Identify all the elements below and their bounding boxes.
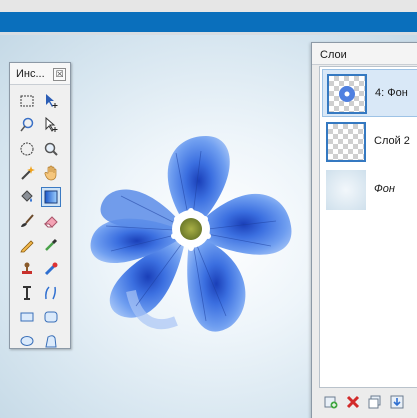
pencil-icon xyxy=(20,240,34,253)
flower-thumb-icon xyxy=(339,86,355,102)
ellipse-tool[interactable] xyxy=(17,331,37,351)
eraser-icon xyxy=(43,216,58,228)
layer-name: 4: Фон xyxy=(375,87,408,99)
arrow-move-icon xyxy=(46,94,58,108)
pan-tool[interactable] xyxy=(41,163,61,183)
window-title-bar xyxy=(0,0,417,12)
magnifier-icon xyxy=(44,142,58,156)
magic-wand-tool[interactable] xyxy=(17,163,37,183)
brush-icon xyxy=(21,214,34,227)
add-layer-icon xyxy=(324,396,338,409)
color-picker-tool[interactable] xyxy=(41,235,61,255)
layer-thumbnail xyxy=(326,122,366,162)
add-layer-button[interactable] xyxy=(323,394,339,410)
eraser-tool[interactable] xyxy=(41,211,61,231)
layer-thumbnail xyxy=(327,74,367,114)
ellipse-icon xyxy=(20,336,34,346)
line-tool[interactable] xyxy=(41,283,61,303)
rectangle-tool[interactable] xyxy=(17,307,37,327)
text-icon xyxy=(23,286,31,300)
rectangle-icon xyxy=(20,312,34,322)
dotted-rect-icon xyxy=(20,95,34,107)
ellipse-select-tool[interactable] xyxy=(17,139,37,159)
layers-panel: Слои 4: Фон Слой 2 Фон xyxy=(311,42,417,418)
merge-down-button[interactable] xyxy=(389,394,405,410)
delete-layer-button[interactable] xyxy=(345,394,361,410)
recolor-tool[interactable] xyxy=(41,259,61,279)
tools-panel-title: Инс... xyxy=(16,68,45,80)
pencil-tool[interactable] xyxy=(17,235,37,255)
lasso-icon xyxy=(20,117,34,132)
layer-item-background[interactable]: Фон xyxy=(322,166,417,214)
layers-list: 4: Фон Слой 2 Фон xyxy=(319,66,417,388)
recolor-icon xyxy=(44,262,58,276)
move-selection-tool[interactable] xyxy=(41,91,61,111)
duplicate-layer-button[interactable] xyxy=(367,394,383,410)
layer-item-flower[interactable]: 4: Фон xyxy=(322,69,417,117)
layer-name: Фон xyxy=(374,183,395,195)
freeform-shape-tool[interactable] xyxy=(41,331,61,351)
dotted-ellipse-icon xyxy=(20,142,34,156)
merge-down-icon xyxy=(390,395,404,409)
arrow-outline-icon xyxy=(45,117,58,132)
bucket-icon xyxy=(21,190,33,202)
freeform-icon xyxy=(45,335,57,348)
magic-wand-icon xyxy=(21,166,35,180)
flower-image xyxy=(90,136,292,332)
line-curve-icon xyxy=(45,286,56,300)
rounded-rect-icon xyxy=(44,311,58,323)
stamp-icon xyxy=(22,262,32,274)
clone-stamp-tool[interactable] xyxy=(17,259,37,279)
rounded-rectangle-tool[interactable] xyxy=(41,307,61,327)
app-toolbar xyxy=(0,12,417,32)
duplicate-icon xyxy=(368,395,381,409)
layer-item-layer2[interactable]: Слой 2 xyxy=(322,118,417,166)
gradient-tool[interactable] xyxy=(41,187,61,207)
tools-panel: Инс... ☒ xyxy=(9,62,71,349)
layers-footer-toolbar xyxy=(319,391,417,415)
layer-name: Слой 2 xyxy=(374,135,410,147)
tools-panel-header[interactable]: Инс... ☒ xyxy=(10,63,70,85)
eyedropper-icon xyxy=(45,238,58,251)
text-tool[interactable] xyxy=(17,283,37,303)
layers-panel-header[interactable]: Слои xyxy=(312,43,417,65)
paint-bucket-tool[interactable] xyxy=(17,187,37,207)
lasso-tool[interactable] xyxy=(17,115,37,135)
paintbrush-tool[interactable] xyxy=(17,211,37,231)
layers-panel-title: Слои xyxy=(320,49,347,61)
delete-x-icon xyxy=(346,395,360,409)
tools-panel-close-button[interactable]: ☒ xyxy=(53,68,66,81)
zoom-tool[interactable] xyxy=(41,139,61,159)
gradient-icon xyxy=(44,190,58,204)
layer-thumbnail xyxy=(326,170,366,210)
rect-select-tool[interactable] xyxy=(17,91,37,111)
move-pixels-tool[interactable] xyxy=(41,115,61,135)
hand-icon xyxy=(44,165,57,181)
